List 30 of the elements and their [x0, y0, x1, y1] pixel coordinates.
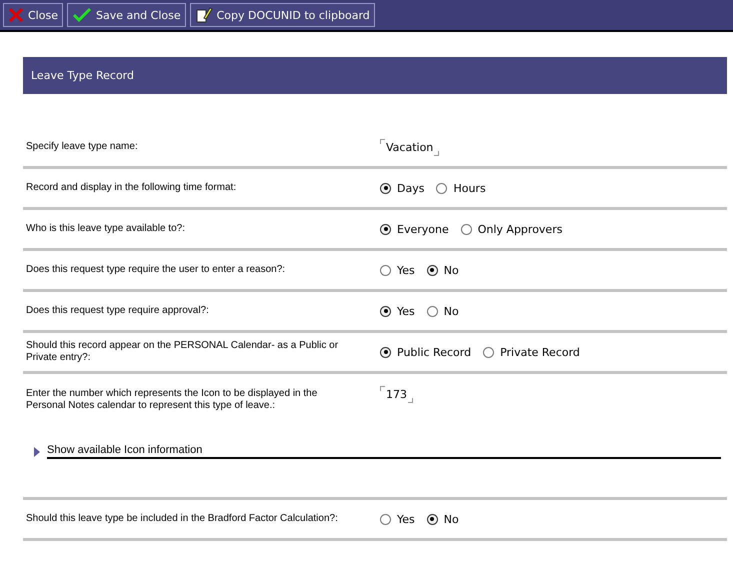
section-header: Leave Type Record	[23, 57, 727, 94]
checkmark-icon	[72, 7, 92, 23]
field-label: Does this request type require the user to enter a reason?:	[26, 264, 286, 276]
radio-option[interactable]: Public Record	[380, 346, 472, 358]
toolbar-button[interactable]: Save and Close	[66, 3, 186, 27]
expand-link[interactable]: Show available Icon information	[47, 444, 721, 459]
radio-option[interactable]: Only Approvers	[460, 222, 562, 236]
field-label: Should this record appear on the PERSONAL Calendar- as a Public or Private entry?:	[26, 340, 340, 364]
field-label: Should this leave type be included in the Bradford Factor Calculation?:	[26, 513, 339, 525]
radio-option[interactable]: Yes	[380, 512, 415, 526]
field-label: Who is this leave type available to?:	[26, 223, 186, 235]
field-label: Does this request type require approval?:	[26, 305, 210, 317]
radio-option[interactable]: No	[426, 264, 459, 276]
text-field[interactable]: Vacation	[380, 140, 440, 154]
note-pencil-icon	[194, 6, 213, 24]
radio-option[interactable]: No	[426, 512, 459, 526]
radio-option[interactable]: Hours	[436, 182, 486, 194]
radio-option[interactable]: Yes	[380, 304, 415, 318]
toolbar-button[interactable]: Close	[3, 3, 63, 27]
toolbar-button[interactable]: Copy DOCUNID to clipboard	[190, 3, 375, 27]
radio-option[interactable]: Days	[380, 182, 424, 194]
radio-option[interactable]: Private Record	[483, 346, 580, 358]
field-label: Record and display in the following time format:	[26, 182, 238, 194]
field-label: Specify leave type name:	[26, 141, 139, 153]
text-field[interactable]: 173	[380, 388, 413, 401]
field-label: Enter the number which represents the Icon to be displayed in the Personal Notes calendar to represent this type of leave.:	[26, 388, 318, 412]
radio-option[interactable]: No	[426, 304, 459, 318]
close-icon	[8, 7, 24, 23]
radio-option[interactable]: Yes	[380, 264, 415, 276]
radio-option[interactable]: Everyone	[380, 222, 449, 236]
